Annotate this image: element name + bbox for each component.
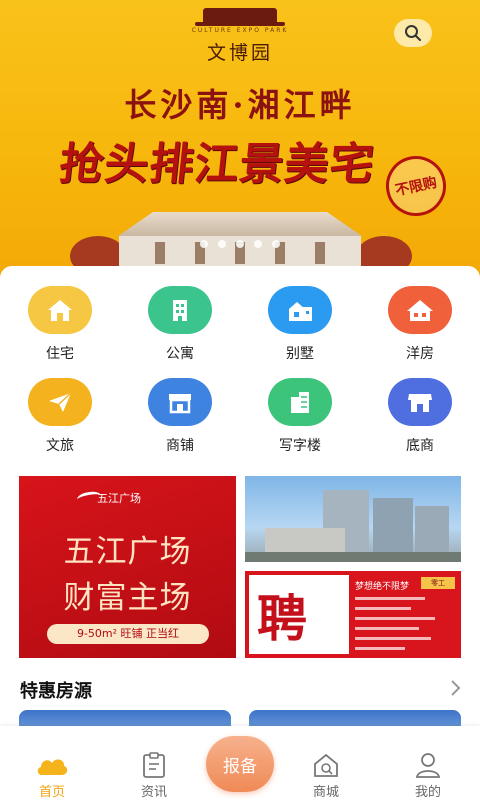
- promo-building-photo[interactable]: [245, 476, 461, 562]
- storefront-icon: [388, 378, 452, 426]
- clipboard-icon: [114, 750, 194, 780]
- promo-title1: 五江广场: [63, 534, 192, 570]
- category-villa[interactable]: 别墅: [255, 286, 345, 363]
- hiring-badge: 零工: [421, 577, 455, 589]
- category-culture-tourism[interactable]: 文旅: [15, 378, 105, 455]
- carousel-dot[interactable]: [254, 240, 262, 248]
- category-label: 文旅: [46, 438, 74, 454]
- banner-line2: 抢头排江景美宅: [56, 139, 378, 190]
- report-button[interactable]: 报备: [206, 736, 274, 792]
- category-apartment[interactable]: 公寓: [135, 286, 225, 363]
- logo-roof: [195, 8, 285, 26]
- tab-label: 我的: [414, 785, 441, 800]
- category-label: 写字楼: [279, 438, 321, 454]
- house-search-icon: [286, 750, 366, 780]
- office-building-icon: [268, 378, 332, 426]
- chevron-right-icon: [451, 680, 461, 696]
- villa-icon: [268, 286, 332, 334]
- carousel-dot[interactable]: [218, 240, 226, 248]
- carousel-dot[interactable]: [200, 240, 208, 248]
- category-label: 洋房: [406, 346, 434, 362]
- hiring-heading: 梦想绝不限梦: [355, 582, 410, 592]
- category-residential[interactable]: 住宅: [15, 286, 105, 363]
- category-office[interactable]: 写字楼: [255, 378, 345, 455]
- paper-plane-icon: [28, 378, 92, 426]
- promo-wujiang-plaza[interactable]: 五江广场 五江广场 财富主场 9-50m² 旺铺 正当红: [19, 476, 236, 658]
- section-title-specials: 特惠房源: [20, 681, 92, 702]
- text-line: [355, 627, 419, 630]
- promo-pill: 9-50m² 旺铺 正当红: [47, 624, 209, 644]
- text-line: [355, 647, 405, 650]
- banner-line1: 长沙南·湘江畔: [124, 86, 356, 124]
- category-label: 别墅: [286, 346, 314, 362]
- search-button[interactable]: [394, 19, 432, 47]
- tab-label: 商城: [312, 785, 339, 800]
- category-label: 公寓: [166, 346, 194, 362]
- text-line: [355, 597, 425, 600]
- text-line: [355, 607, 411, 610]
- search-icon: [405, 25, 421, 41]
- western-house-icon: [388, 286, 452, 334]
- tab-home[interactable]: 首页: [12, 750, 92, 800]
- category-western-house[interactable]: 洋房: [375, 286, 465, 363]
- category-shop[interactable]: 商铺: [135, 378, 225, 455]
- promo-brand: 五江广场: [97, 492, 141, 505]
- tab-mine[interactable]: 我的: [388, 750, 468, 800]
- apartment-icon: [148, 286, 212, 334]
- promo-hiring[interactable]: 聘 梦想绝不限梦 零工: [245, 571, 461, 658]
- tab-mall[interactable]: 商城: [286, 750, 366, 800]
- carousel-dots[interactable]: [0, 240, 480, 248]
- category-label: 住宅: [46, 346, 74, 362]
- category-ground-shop[interactable]: 底商: [375, 378, 465, 455]
- user-icon: [388, 750, 468, 780]
- text-line: [355, 617, 435, 620]
- shop-icon: [148, 378, 212, 426]
- hero-banner[interactable]: CULTURE EXPO PARK 文博园 长沙南·湘江畔 抢头排江景美宅 不限…: [0, 0, 480, 280]
- tab-news[interactable]: 资讯: [114, 750, 194, 800]
- promo-title2: 财富主场: [63, 580, 192, 616]
- house-icon: [28, 286, 92, 334]
- text-line: [355, 637, 431, 640]
- home-cloud-icon: [12, 750, 92, 780]
- carousel-dot[interactable]: [236, 240, 244, 248]
- banner-stamp: 不限购: [380, 150, 452, 222]
- carousel-dot[interactable]: [272, 240, 280, 248]
- category-grid: 住宅 公寓 别墅 洋房 文旅 商铺 写字楼 底商: [0, 266, 480, 466]
- tab-label: 首页: [38, 785, 65, 800]
- category-label: 底商: [406, 438, 434, 454]
- tab-label: 资讯: [140, 785, 167, 800]
- section-more-button[interactable]: [446, 678, 464, 698]
- category-label: 商铺: [166, 438, 194, 454]
- hiring-char: 聘: [257, 589, 307, 648]
